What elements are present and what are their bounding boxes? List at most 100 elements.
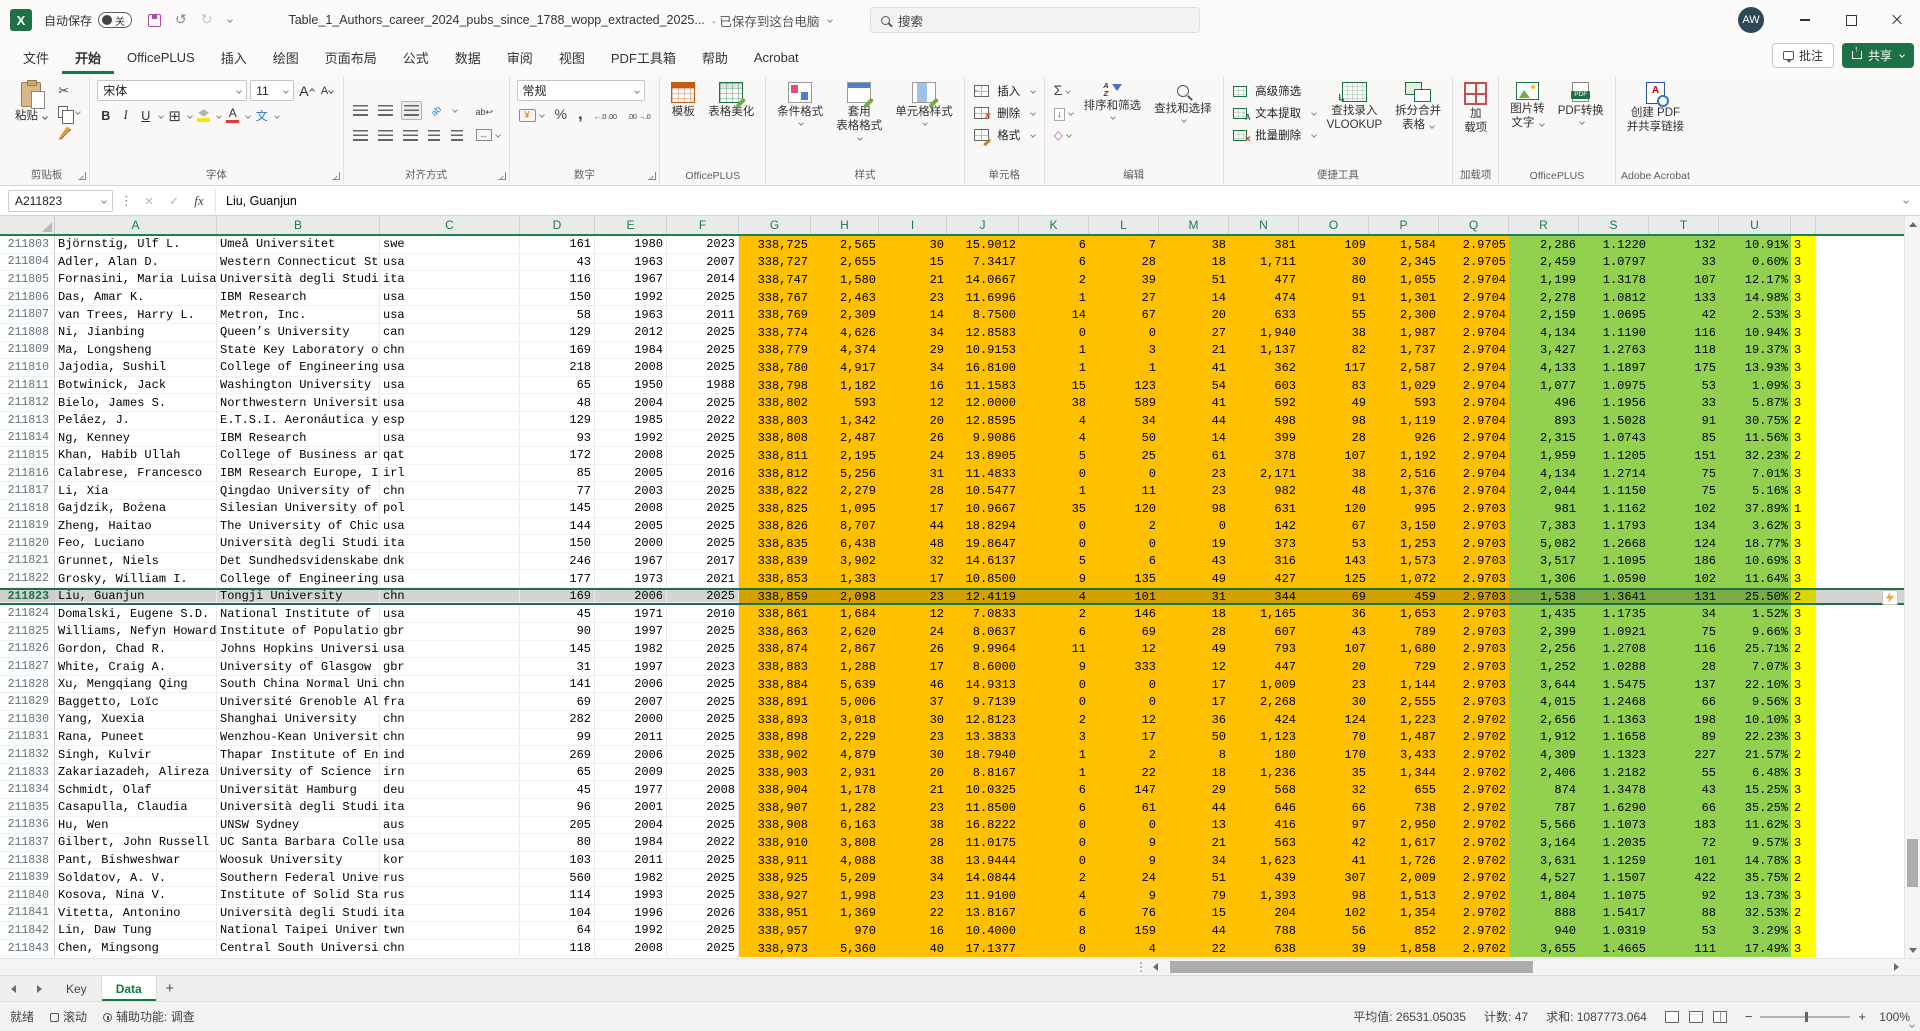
cell[interactable]: 2023 [667,236,739,254]
row-header[interactable]: 211816 [0,465,55,483]
cell[interactable]: 25.71% [1719,641,1791,659]
cell[interactable]: 13.8905 [947,447,1019,465]
cell[interactable]: 5,360 [811,940,879,958]
cell[interactable]: 982 [1229,482,1299,500]
cell[interactable]: 1,726 [1369,852,1439,870]
row-header[interactable]: 211831 [0,729,55,747]
cell[interactable]: Pant, Bishweshwar [55,852,217,870]
cell[interactable]: Southern Federal Unive [217,869,380,887]
cell[interactable]: 10.5477 [947,482,1019,500]
cell[interactable]: 43 [520,254,595,272]
cell[interactable]: ita [380,799,520,817]
cell[interactable]: 17 [879,570,947,588]
cell[interactable]: Ng, Kenney [55,430,217,448]
cell[interactable]: 25 [1089,447,1159,465]
cell[interactable]: 1,144 [1369,676,1439,694]
cell[interactable]: 338,973 [739,940,811,958]
cell[interactable]: 1.1190 [1579,324,1649,342]
cell[interactable]: 1.2182 [1579,764,1649,782]
cell[interactable]: 6.48% [1719,764,1791,782]
row-header[interactable]: 211804 [0,254,55,272]
row-header[interactable]: 211822 [0,570,55,588]
cell[interactable]: 2.9704 [1439,412,1509,430]
cell[interactable]: 1973 [595,570,667,588]
align-right-button[interactable] [401,126,420,145]
cell[interactable]: Ma, Longsheng [55,342,217,360]
row-header[interactable]: 211808 [0,324,55,342]
cell[interactable]: IBM Research Europe, I [217,465,380,483]
cell[interactable]: 109 [1299,236,1369,254]
cell[interactable]: 3 [1791,729,1816,747]
cell[interactable]: 2025 [667,764,739,782]
cell[interactable]: 1,288 [811,658,879,676]
cell[interactable]: 3 [1791,922,1816,940]
cell[interactable]: 21 [1159,834,1229,852]
cell[interactable]: Metron, Inc. [217,306,380,324]
cell[interactable]: 169 [520,342,595,360]
text-extract-button[interactable]: 文本提取 [1231,104,1318,122]
cell[interactable]: 2,867 [811,641,879,659]
cell[interactable]: 66 [1299,799,1369,817]
cell[interactable]: 133 [1649,289,1719,307]
cell[interactable]: 427 [1229,570,1299,588]
cell[interactable]: 15 [1019,377,1089,395]
cell[interactable]: 12.17% [1719,271,1791,289]
cell[interactable]: usa [380,834,520,852]
cell[interactable]: 65 [520,764,595,782]
cell[interactable]: 2022 [667,412,739,430]
cell[interactable]: swe [380,236,520,254]
cell[interactable]: 10.91% [1719,236,1791,254]
scroll-right-arrow-icon[interactable] [1888,963,1904,971]
cell[interactable]: 381 [1229,236,1299,254]
cell[interactable]: 2,565 [811,236,879,254]
cell[interactable]: 2.9703 [1439,658,1509,676]
cell[interactable]: 2,315 [1509,430,1579,448]
cell[interactable]: usa [380,605,520,623]
row-header[interactable]: 211835 [0,799,55,817]
cell[interactable]: 1 [1089,359,1159,377]
cell[interactable]: 2.9704 [1439,447,1509,465]
cell[interactable]: 7 [1089,236,1159,254]
cell[interactable]: 1.0975 [1579,377,1649,395]
cell[interactable]: 1.1073 [1579,817,1649,835]
cell[interactable]: 563 [1229,834,1299,852]
cell[interactable]: 92 [1649,887,1719,905]
cell[interactable]: 1.1956 [1579,394,1649,412]
cell[interactable]: 338,863 [739,623,811,641]
cell[interactable]: Li, Xia [55,482,217,500]
cell[interactable]: 1.2714 [1579,465,1649,483]
cell[interactable]: 11 [1089,482,1159,500]
cell[interactable]: 1,282 [811,799,879,817]
cell[interactable]: 926 [1369,430,1439,448]
cell[interactable]: 2011 [595,852,667,870]
cell[interactable]: 4,879 [811,746,879,764]
cell[interactable]: 9 [1089,852,1159,870]
cell[interactable]: 995 [1369,500,1439,518]
cell[interactable]: 85 [520,465,595,483]
cell[interactable]: 2025 [667,676,739,694]
cell[interactable]: 150 [520,535,595,553]
row-header[interactable]: 211833 [0,764,55,782]
cell[interactable]: 603 [1229,377,1299,395]
cell[interactable]: 0 [1089,324,1159,342]
tab-视图[interactable]: 视图 [546,40,598,74]
save-icon[interactable] [148,14,161,27]
cell[interactable]: 23 [879,289,947,307]
cell[interactable]: 11.62% [1719,817,1791,835]
cell[interactable]: ita [380,905,520,923]
undo-icon[interactable] [175,11,187,29]
cell[interactable]: 16 [879,922,947,940]
cell[interactable]: 2025 [667,729,739,747]
cell[interactable]: 2,655 [811,254,879,272]
cell[interactable]: 67 [1299,518,1369,536]
cell[interactable]: 1.1793 [1579,518,1649,536]
cell[interactable]: 42 [1649,306,1719,324]
row-header[interactable]: 211819 [0,518,55,536]
cell[interactable]: 3.62% [1719,518,1791,536]
cell[interactable]: 338,812 [739,465,811,483]
horizontal-scrollbar-track[interactable] [1163,959,1888,975]
cell[interactable]: 338,779 [739,342,811,360]
cell[interactable]: Calabrese, Francesco [55,465,217,483]
cell[interactable]: 124 [1299,711,1369,729]
row-header[interactable]: 211840 [0,887,55,905]
